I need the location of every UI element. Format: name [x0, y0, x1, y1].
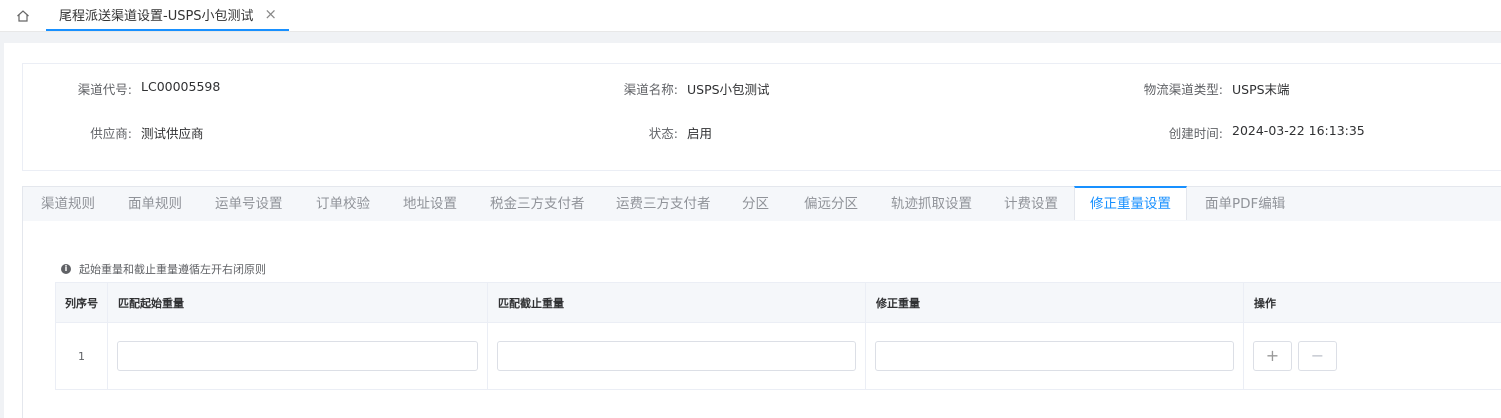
- channel-code-value: LC00005598: [141, 79, 221, 94]
- table-header-row: 列序号 匹配起始重量 匹配截止重量 修正重量 操作: [55, 282, 1501, 323]
- row-index: 1: [55, 322, 108, 390]
- channel-name-label: 渠道名称:: [623, 82, 678, 97]
- info-icon: i: [61, 264, 71, 274]
- supplier-label: 供应商:: [90, 126, 132, 141]
- col-end-weight-header: 匹配截止重量: [487, 282, 866, 323]
- status-label: 状态:: [648, 126, 678, 141]
- tab-address-settings[interactable]: 地址设置: [403, 187, 457, 222]
- channel-type-value: USPS末端: [1232, 82, 1290, 97]
- top-tab-bar: 尾程派送渠道设置-USPS小包测试 ×: [0, 0, 1501, 32]
- tab-channel-rules[interactable]: 渠道规则: [41, 187, 95, 222]
- tab-tax-third-party-payer[interactable]: 税金三方支付者: [490, 187, 585, 222]
- info-status: 状态: 启用: [543, 123, 712, 142]
- col-start-weight-header: 匹配起始重量: [107, 282, 488, 323]
- page-tab-title: 尾程派送渠道设置-USPS小包测试: [59, 9, 254, 24]
- tab-tracking-scrape-settings[interactable]: 轨迹抓取设置: [891, 187, 972, 222]
- channel-type-label: 物流渠道类型:: [1143, 82, 1223, 97]
- home-icon[interactable]: [10, 5, 36, 27]
- tab-billing-settings[interactable]: 计费设置: [1004, 187, 1058, 222]
- page-tab-channel-settings[interactable]: 尾程派送渠道设置-USPS小包测试 ×: [46, 0, 289, 31]
- channel-code-label: 渠道代号:: [77, 82, 132, 97]
- channel-name-value: USPS小包测试: [687, 82, 770, 97]
- remove-row-button[interactable]: −: [1298, 341, 1337, 371]
- end-weight-input[interactable]: [497, 341, 856, 371]
- supplier-value: 测试供应商: [141, 126, 204, 141]
- close-icon[interactable]: ×: [264, 5, 277, 23]
- corrected-weight-cell: [865, 322, 1244, 390]
- add-row-button[interactable]: +: [1253, 341, 1292, 371]
- start-weight-input[interactable]: [117, 341, 478, 371]
- corrected-weight-panel: i 起始重量和截止重量遵循左开右闭原则 列序号 匹配起始重量 匹配截止重量 修正…: [22, 221, 1501, 418]
- info-supplier: 供应商: 测试供应商: [23, 123, 204, 142]
- table-row: 1 + −: [55, 322, 1501, 390]
- tab-label-pdf-edit[interactable]: 面单PDF编辑: [1205, 187, 1285, 222]
- tab-freight-third-party-payer[interactable]: 运费三方支付者: [616, 187, 711, 222]
- col-actions-header: 操作: [1243, 282, 1501, 323]
- tip-text: 起始重量和截止重量遵循左开右闭原则: [79, 263, 266, 276]
- tab-order-validation[interactable]: 订单校验: [316, 187, 370, 222]
- status-value: 启用: [687, 126, 713, 141]
- info-channel-code: 渠道代号: LC00005598: [23, 79, 221, 98]
- info-created-time: 创建时间: 2024-03-22 16:13:35: [1063, 123, 1365, 142]
- info-channel-name: 渠道名称: USPS小包测试: [543, 79, 770, 98]
- col-corrected-weight-header: 修正重量: [865, 282, 1244, 323]
- tip-note: i 起始重量和截止重量遵循左开右闭原则: [61, 261, 266, 277]
- channel-info-card: 渠道代号: LC00005598 供应商: 测试供应商 渠道名称: USPS小包…: [22, 63, 1501, 171]
- created-time-label: 创建时间:: [1168, 126, 1223, 141]
- settings-tabs: 渠道规则 面单规则 运单号设置 订单校验 地址设置 税金三方支付者 运费三方支付…: [22, 186, 1501, 222]
- tab-remote-zones[interactable]: 偏远分区: [804, 187, 858, 222]
- weight-table: 列序号 匹配起始重量 匹配截止重量 修正重量 操作 1 + −: [55, 282, 1501, 390]
- tab-corrected-weight-settings[interactable]: 修正重量设置: [1074, 186, 1187, 220]
- tab-label-rules[interactable]: 面单规则: [128, 187, 182, 222]
- actions-cell: + −: [1243, 322, 1501, 390]
- created-time-value: 2024-03-22 16:13:35: [1232, 123, 1365, 138]
- tab-tracking-number-settings[interactable]: 运单号设置: [215, 187, 283, 222]
- corrected-weight-input[interactable]: [875, 341, 1234, 371]
- col-index-header: 列序号: [55, 282, 108, 323]
- start-weight-cell: [107, 322, 488, 390]
- main-content: 渠道代号: LC00005598 供应商: 测试供应商 渠道名称: USPS小包…: [4, 43, 1501, 418]
- info-channel-type: 物流渠道类型: USPS末端: [1063, 79, 1290, 98]
- end-weight-cell: [487, 322, 866, 390]
- tab-zones[interactable]: 分区: [742, 187, 769, 222]
